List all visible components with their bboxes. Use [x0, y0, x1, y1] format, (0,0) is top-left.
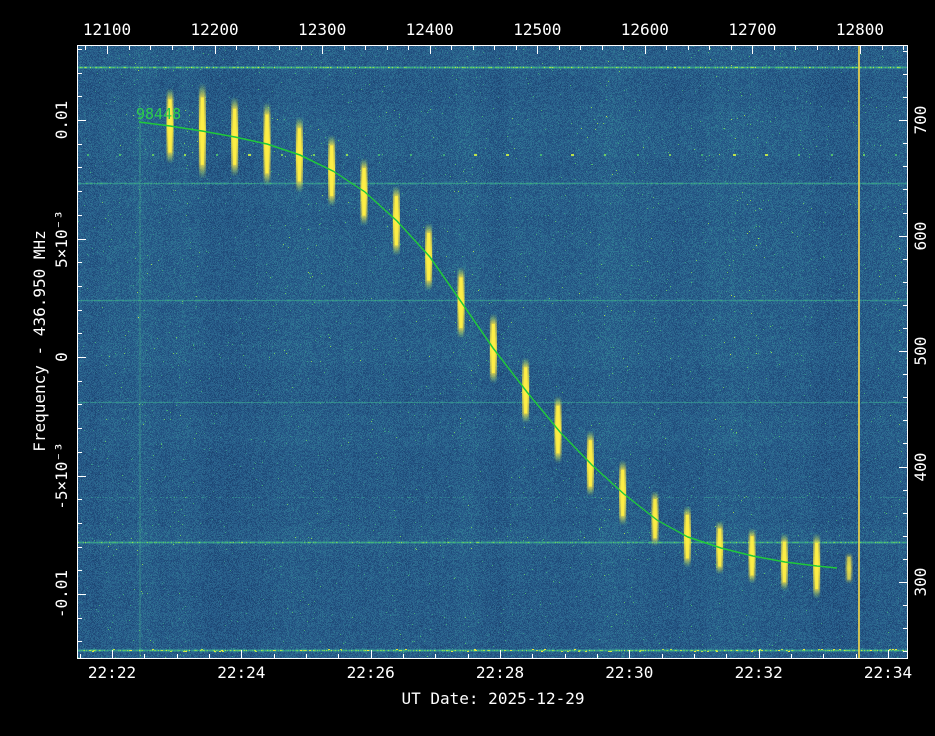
bottom-axis-tick-label: 22:24 [217, 663, 266, 682]
top-axis-tick-label: 12400 [405, 20, 454, 39]
bottom-axis-tick-label: 22:28 [475, 663, 525, 682]
left-axis-tick-label: 0.01 [52, 100, 71, 140]
top-axis-tick-label: 12600 [620, 20, 669, 39]
top-axis-tick-label: 12300 [298, 20, 347, 39]
left-axis-title: Frequency - 436.950 MHz [30, 230, 49, 452]
right-axis-tick-label: 600 [911, 221, 930, 251]
bottom-axis-tick-label: 22:32 [734, 663, 783, 682]
bottom-axis-tick-label: 22:26 [346, 663, 395, 682]
bottom-axis-tick-label: 22:22 [87, 663, 137, 682]
left-axis-tick-label: -5×10⁻³ [52, 441, 71, 510]
satellite-id-label: 98448 [136, 105, 182, 123]
top-axis-tick-label: 12800 [835, 20, 885, 39]
left-axis-tick-label: 0 [52, 352, 71, 362]
left-axis-tick-label: 5×10⁻³ [52, 209, 71, 268]
top-axis-tick-label: 12700 [728, 20, 777, 39]
right-axis-tick-label: 300 [911, 567, 930, 597]
right-axis-tick-label: 400 [911, 452, 930, 481]
spectrogram-window: Frequency - 436.950 MHz UT Date: 2025-12… [0, 0, 935, 736]
top-axis-tick-label: 12500 [513, 20, 562, 39]
top-axis-tick-label: 12200 [190, 20, 239, 39]
spectrogram-canvas [77, 45, 908, 659]
right-axis-tick-label: 500 [911, 336, 930, 366]
bottom-axis-title: UT Date: 2025-12-29 [401, 689, 585, 708]
bottom-axis-tick-label: 22:30 [605, 663, 654, 682]
bottom-axis-tick-label: 22:34 [863, 663, 913, 682]
left-axis-tick-label: -0.01 [52, 569, 71, 619]
right-axis-tick-label: 700 [911, 105, 930, 135]
top-axis-tick-label: 12100 [82, 20, 132, 39]
